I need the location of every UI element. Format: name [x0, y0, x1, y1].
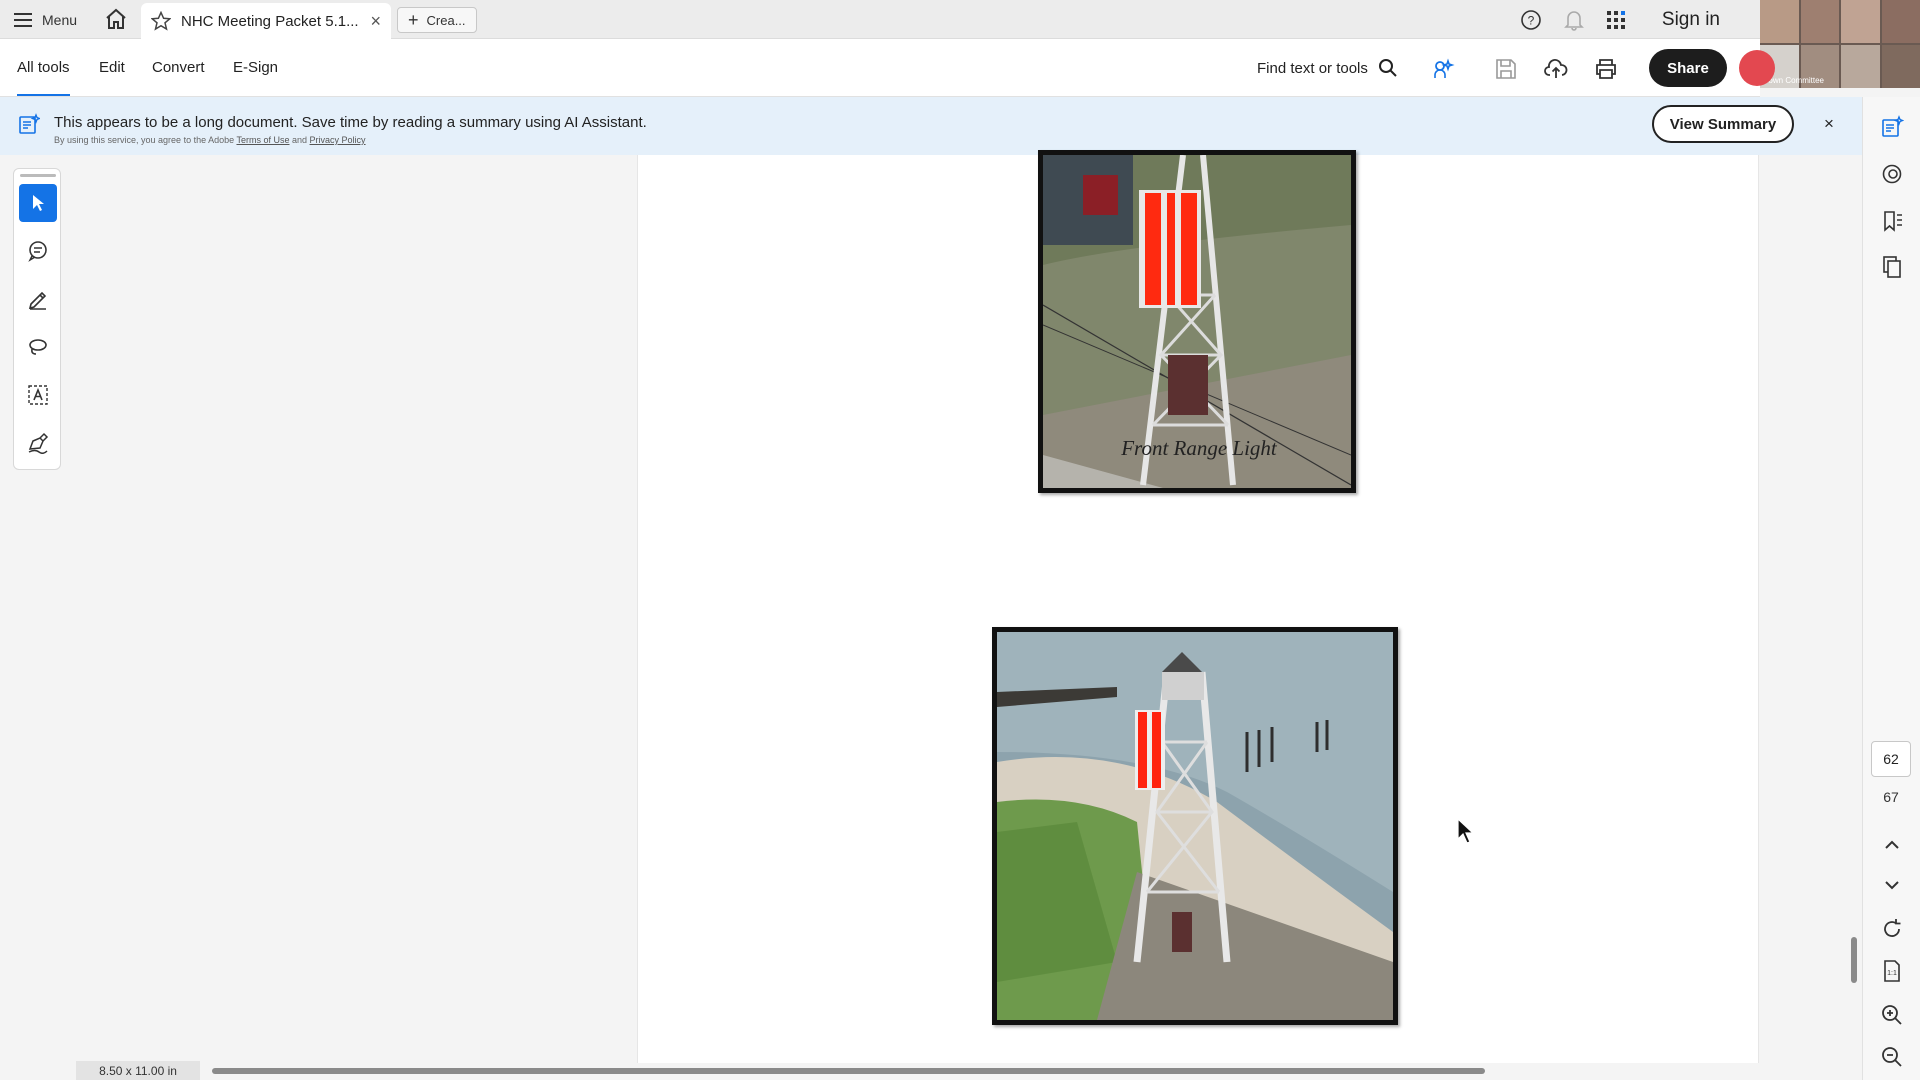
- lasso-icon: [29, 339, 47, 355]
- svg-text:?: ?: [1528, 14, 1535, 28]
- ai-assistant-panel-icon[interactable]: [1880, 115, 1904, 139]
- search-icon: [1378, 59, 1397, 77]
- sign-tool[interactable]: [19, 424, 57, 462]
- print-icon[interactable]: [1594, 57, 1618, 81]
- chevron-up-icon[interactable]: [1880, 833, 1904, 857]
- svg-text:1:1: 1:1: [1887, 970, 1897, 977]
- help-icon[interactable]: ?: [1520, 9, 1542, 31]
- vertical-scrollbar[interactable]: [1851, 937, 1857, 983]
- highlight-tool[interactable]: [19, 280, 57, 318]
- comments-panel-icon[interactable]: [1880, 163, 1904, 187]
- photo-range-light-beach: [992, 627, 1398, 1025]
- quick-tools-panel: [13, 168, 61, 470]
- page-size-label: 8.50 x 11.00 in: [76, 1061, 200, 1080]
- share-button[interactable]: Share: [1649, 49, 1727, 87]
- ai-summary-icon: [19, 113, 40, 134]
- save-icon[interactable]: [1494, 57, 1518, 81]
- star-icon[interactable]: [151, 11, 171, 31]
- terms-of-use-link[interactable]: Terms of Use: [236, 135, 289, 145]
- upload-cloud-icon[interactable]: [1544, 57, 1568, 81]
- document-tab[interactable]: NHC Meeting Packet 5.1... ×: [141, 3, 391, 39]
- video-call-thumbnail: [1760, 0, 1920, 88]
- legal-prefix: By using this service, you agree to the …: [54, 135, 235, 145]
- find-label: Find text or tools: [1257, 59, 1368, 77]
- close-banner-icon[interactable]: ×: [1824, 114, 1834, 134]
- home-button[interactable]: [104, 8, 130, 32]
- menu-button[interactable]: Menu: [14, 9, 77, 31]
- video-call-label: Town Committee: [1764, 76, 1824, 85]
- text-tool[interactable]: [19, 376, 57, 414]
- legal-and: and: [292, 135, 308, 145]
- banner-legal-text: By using this service, you agree to the …: [54, 135, 366, 145]
- banner-message: This appears to be a long document. Save…: [54, 114, 647, 131]
- tab-convert[interactable]: Convert: [152, 59, 205, 76]
- apps-grid-icon[interactable]: [1606, 10, 1626, 30]
- tab-edit[interactable]: Edit: [99, 59, 125, 76]
- pdf-page: Front Range Light: [637, 150, 1759, 1063]
- ai-assistant-icon[interactable]: [1432, 57, 1456, 81]
- panel-grip[interactable]: [20, 174, 56, 177]
- hamburger-icon: [14, 13, 32, 27]
- find-tools-search[interactable]: Find text or tools: [1257, 58, 1398, 78]
- tab-title: NHC Meeting Packet 5.1...: [181, 12, 359, 30]
- chevron-down-icon[interactable]: [1880, 873, 1904, 897]
- user-avatar[interactable]: [1739, 50, 1775, 86]
- menu-label: Menu: [42, 12, 78, 28]
- account-area: ? Sign in: [1520, 6, 1720, 34]
- bookmark-panel-icon[interactable]: [1880, 209, 1904, 233]
- total-pages: 67: [1883, 789, 1899, 805]
- create-tab-label: Crea...: [426, 12, 466, 28]
- close-tab-icon[interactable]: ×: [370, 11, 381, 32]
- ai-summary-banner: This appears to be a long document. Save…: [0, 97, 1862, 155]
- bell-icon[interactable]: [1563, 9, 1584, 31]
- horizontal-scrollbar[interactable]: [212, 1068, 1485, 1074]
- photo-caption: Front Range Light: [1121, 436, 1277, 460]
- select-tool[interactable]: [19, 184, 57, 222]
- current-page-input[interactable]: 62: [1871, 741, 1911, 777]
- home-icon: [106, 8, 126, 29]
- signature-icon: [28, 432, 49, 454]
- comment-tool[interactable]: [19, 232, 57, 270]
- tab-bar: Menu NHC Meeting Packet 5.1... × + Crea.…: [0, 0, 1920, 88]
- pen-icon: [28, 291, 47, 310]
- rotate-icon[interactable]: [1880, 917, 1904, 941]
- right-rail: 62 67 1:1: [1862, 97, 1920, 1080]
- privacy-policy-link[interactable]: Privacy Policy: [310, 135, 366, 145]
- range-light-beach-image: [997, 632, 1393, 1020]
- view-summary-button[interactable]: View Summary: [1652, 105, 1794, 143]
- plus-icon: +: [408, 10, 419, 30]
- comment-icon: [28, 241, 47, 262]
- fit-page-icon[interactable]: 1:1: [1880, 959, 1904, 983]
- pages-panel-icon[interactable]: [1880, 255, 1904, 279]
- tab-esign[interactable]: E-Sign: [233, 59, 278, 76]
- main-toolbar: All tools Edit Convert E-Sign Find text …: [0, 39, 1775, 97]
- zoom-in-icon[interactable]: [1880, 1003, 1904, 1027]
- create-tab-button[interactable]: + Crea...: [397, 7, 477, 33]
- tab-all-tools[interactable]: All tools: [17, 59, 70, 96]
- draw-tool[interactable]: [19, 328, 57, 366]
- mouse-cursor-icon: [1457, 817, 1475, 844]
- text-box-icon: [28, 385, 48, 405]
- sign-in-link[interactable]: Sign in: [1662, 9, 1720, 31]
- zoom-out-icon[interactable]: [1880, 1045, 1904, 1069]
- cursor-arrow-icon: [33, 195, 44, 211]
